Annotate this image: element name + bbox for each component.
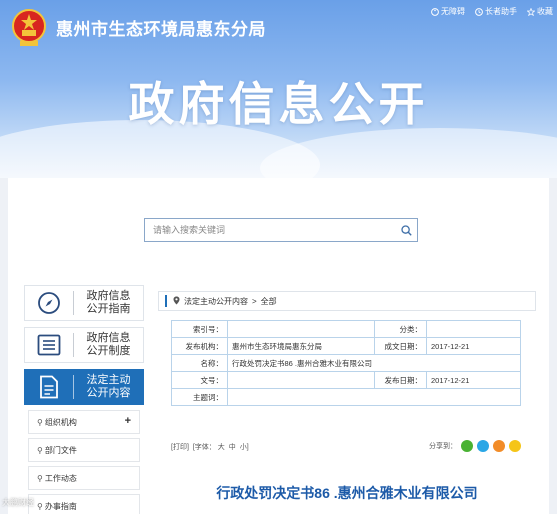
weibo-share-icon[interactable] [493, 440, 505, 452]
publisher-label: 发布机构： [171, 337, 228, 355]
category-label: 分类： [374, 320, 427, 338]
expand-icon[interactable]: + [125, 415, 131, 427]
font-medium-button[interactable]: 中 [229, 444, 236, 451]
accessibility-link[interactable]: 无障碍 [431, 6, 465, 17]
index-value [227, 320, 375, 338]
print-button[interactable]: [打印] [171, 444, 189, 451]
search-input[interactable] [145, 219, 395, 241]
sidebar-item-label: 政府信息 公开指南 [86, 290, 131, 315]
table-row: 发布机构： 惠州市生态环境局惠东分局 成文日期： 2017-12-21 [171, 337, 521, 355]
table-row: 文号： 发布日期： 2017-12-21 [171, 371, 521, 389]
font-large-button[interactable]: 大 [218, 444, 225, 451]
created-date-label: 成文日期： [374, 337, 427, 355]
search-button[interactable] [395, 219, 417, 241]
table-row: 主题词： [171, 388, 521, 406]
topic-value [227, 388, 521, 406]
topic-label: 主题词： [171, 388, 228, 406]
site-title[interactable]: 惠州市生态环境局惠东分局 [56, 15, 266, 40]
table-row: 名称： 行政处罚决定书86 .惠州合雅木业有限公司 [171, 354, 521, 372]
compass-icon [25, 291, 73, 315]
favorite-label: 收藏 [537, 7, 553, 16]
search-box [144, 218, 418, 242]
sub-item-label: 办事指南 [44, 501, 77, 511]
font-size-label: [字体： [192, 444, 216, 451]
top-links: 无障碍 长者助手 收藏 [431, 6, 553, 17]
qq-share-icon[interactable] [477, 440, 489, 452]
watermark: 大鹏财经 [2, 498, 34, 507]
sub-item-label: 工作动态 [44, 473, 77, 483]
favorite-link[interactable]: 收藏 [527, 6, 553, 17]
elderly-helper-link[interactable]: 长者助手 [475, 6, 517, 17]
sidebar-item-label: 法定主动 公开内容 [86, 374, 131, 399]
breadcrumb-separator: > [252, 296, 257, 306]
sub-item-label: 部门文件 [44, 445, 77, 455]
national-emblem-icon [12, 9, 46, 46]
cloud-decoration [260, 128, 557, 178]
name-value: 行政处罚决定书86 .惠州合雅木业有限公司 [227, 354, 521, 372]
sub-item-service-guide[interactable]: ⚲ 办事指南 [28, 494, 140, 514]
accessibility-label: 无障碍 [441, 7, 465, 16]
sub-item-label: 组织机构 [44, 417, 77, 427]
elderly-icon [475, 7, 483, 16]
doc-number-label: 文号： [171, 371, 228, 389]
publish-date-label: 发布日期： [374, 371, 427, 389]
info-table: 索引号： 分类： 发布机构： 惠州市生态环境局惠东分局 成文日期： 2017-1… [171, 320, 521, 406]
list-icon [25, 334, 73, 356]
sidebar-item-system[interactable]: 政府信息 公开制度 [24, 327, 144, 363]
qzone-share-icon[interactable] [509, 440, 521, 452]
article-toolbar: [打印] [字体：大 中 小] 分享到： [171, 440, 521, 454]
name-label: 名称： [171, 354, 228, 372]
breadcrumb: 法定主动公开内容 > 全部 [158, 291, 536, 311]
pin-icon: ⚲ [37, 417, 43, 427]
index-label: 索引号： [171, 320, 228, 338]
sidebar-item-statutory[interactable]: 法定主动 公开内容 [24, 369, 144, 405]
accent-bar [165, 295, 167, 307]
sidebar-item-label: 政府信息 公开制度 [86, 332, 131, 357]
banner-title: 政府信息公开 [128, 78, 429, 130]
search-icon [400, 224, 412, 236]
sub-item-organization[interactable]: ⚲ 组织机构 + [28, 410, 140, 434]
document-title: 行政处罚决定书86 .惠州合雅木业有限公司 [216, 485, 478, 501]
sub-item-department-files[interactable]: ⚲ 部门文件 [28, 438, 140, 462]
pin-icon: ⚲ [37, 473, 43, 483]
table-row: 索引号： 分类： [171, 320, 521, 338]
created-date-value: 2017-12-21 [426, 337, 521, 355]
publish-date-value: 2017-12-21 [426, 371, 521, 389]
breadcrumb-section[interactable]: 法定主动公开内容 [184, 296, 248, 307]
star-icon [527, 7, 535, 16]
accessibility-icon [431, 7, 439, 16]
wechat-share-icon[interactable] [461, 440, 473, 452]
sidebar-item-guide[interactable]: 政府信息 公开指南 [24, 285, 144, 321]
publisher-value: 惠州市生态环境局惠东分局 [227, 337, 375, 355]
pin-icon: ⚲ [37, 445, 43, 455]
elderly-helper-label: 长者助手 [485, 7, 517, 16]
doc-number-value [227, 371, 375, 389]
category-value [426, 320, 521, 338]
header-banner: 惠州市生态环境局惠东分局 无障碍 长者助手 收藏 政府信息公开 [0, 0, 557, 178]
font-small-button[interactable]: 小] [240, 444, 249, 451]
share-label: 分享到： [429, 443, 457, 450]
pin-icon: ⚲ [37, 501, 43, 511]
document-icon [25, 375, 73, 399]
sub-item-work-news[interactable]: ⚲ 工作动态 [28, 466, 140, 490]
location-icon [173, 296, 180, 307]
breadcrumb-current[interactable]: 全部 [261, 296, 277, 307]
